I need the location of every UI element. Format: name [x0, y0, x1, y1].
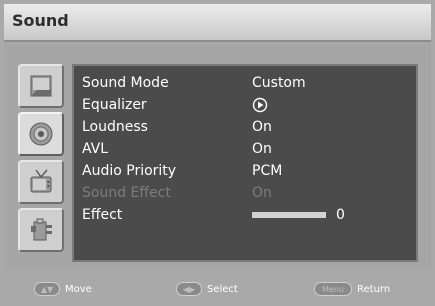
return-hint: Menu Return: [314, 281, 390, 297]
sound-mode-value[interactable]: Custom: [252, 72, 306, 94]
avl-value[interactable]: On: [252, 138, 272, 160]
menu-row-equalizer[interactable]: Equalizer: [74, 94, 416, 116]
loudness-value[interactable]: On: [252, 116, 272, 138]
sound-menu-panel: Sound Mode Custom Equalizer Loudness On …: [72, 64, 418, 262]
channel-category[interactable]: [18, 160, 64, 204]
menu-key: Menu: [314, 282, 352, 296]
return-label: Return: [357, 283, 391, 295]
select-label: Select: [207, 283, 238, 295]
tv-osd-frame: Sound Sound Mode Custom Equalizer Loudne…: [0, 0, 435, 306]
footer-hints: ▲▼ Move ◀▶ Select Menu Return: [4, 276, 431, 302]
category-icons: [18, 64, 68, 252]
audio-priority-label: Audio Priority: [82, 163, 177, 179]
move-label: Move: [65, 283, 92, 295]
sound-effect-label: Sound Effect: [82, 185, 171, 201]
effect-value: 0: [336, 207, 345, 223]
sound-mode-label: Sound Mode: [82, 75, 169, 91]
audio-priority-value[interactable]: PCM: [252, 160, 282, 182]
title-bar: Sound: [4, 4, 431, 42]
sound-category[interactable]: [18, 112, 64, 156]
menu-row-loudness[interactable]: Loudness On: [74, 116, 416, 138]
play-circle-icon[interactable]: [252, 97, 268, 113]
menu-row-avl[interactable]: AVL On: [74, 138, 416, 160]
move-hint: ▲▼ Move: [34, 281, 92, 297]
picture-icon: [30, 75, 52, 97]
effect-slider[interactable]: [252, 212, 326, 218]
avl-label: AVL: [82, 141, 109, 157]
menu-row-effect[interactable]: Effect 0: [74, 204, 416, 226]
sound-effect-value: On: [252, 185, 272, 201]
menu-row-sound-effect: Sound Effect On: [74, 182, 416, 204]
menu-row-audio-priority[interactable]: Audio Priority PCM: [74, 160, 416, 182]
channel-icon: [30, 169, 52, 193]
setup-icon: [31, 218, 52, 241]
loudness-label: Loudness: [82, 119, 148, 135]
equalizer-label: Equalizer: [82, 97, 147, 113]
effect-label: Effect: [82, 207, 123, 223]
select-hint: ◀▶ Select: [176, 281, 238, 297]
sound-icon: [29, 122, 53, 146]
setup-category[interactable]: [18, 208, 64, 252]
updown-arrows-icon: ▲▼: [34, 282, 60, 296]
effect-slider-fill: [252, 212, 326, 218]
window-title: Sound: [12, 11, 69, 30]
menu-row-sound-mode[interactable]: Sound Mode Custom: [74, 72, 416, 94]
leftright-arrows-icon: ◀▶: [176, 282, 202, 296]
picture-category[interactable]: [18, 64, 64, 108]
